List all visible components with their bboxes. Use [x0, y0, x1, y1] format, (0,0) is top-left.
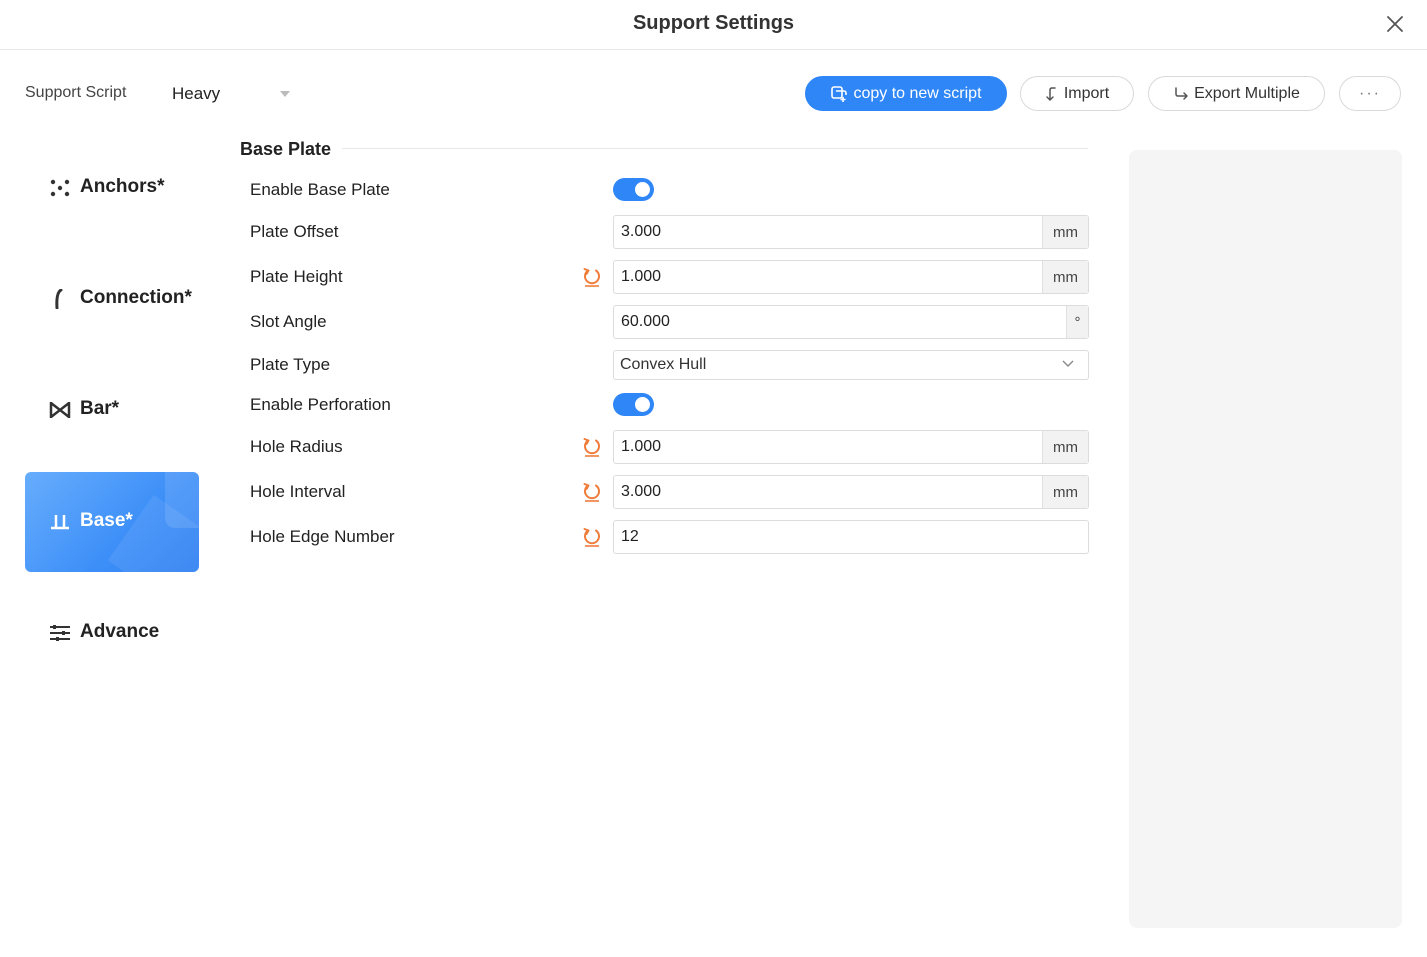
- enable-base-plate-label: Enable Base Plate: [250, 180, 390, 199]
- hole-interval-input[interactable]: [614, 476, 1044, 508]
- reset-icon[interactable]: [582, 482, 602, 502]
- title-bar: Support Settings: [0, 0, 1427, 50]
- plate-offset-label: Plate Offset: [250, 222, 339, 241]
- import-label: Import: [1063, 84, 1110, 102]
- toggle-knob: [635, 397, 650, 412]
- import-button[interactable]: Import: [1020, 76, 1134, 111]
- reset-icon[interactable]: [582, 267, 602, 287]
- plate-height-label: Plate Height: [250, 267, 343, 286]
- plate-height-field: mm: [613, 260, 1089, 294]
- slot-angle-field: °: [613, 305, 1089, 339]
- copy-add-icon: [831, 85, 848, 102]
- support-script-label: Support Script: [25, 84, 127, 101]
- support-script-select[interactable]: Heavy: [160, 76, 300, 112]
- bar-icon: [49, 402, 71, 418]
- plate-type-value: Convex Hull: [620, 356, 707, 373]
- nav-item-base[interactable]: Base*: [25, 472, 199, 572]
- nav-label-advance: Advance: [80, 621, 160, 642]
- preview-panel: [1129, 150, 1402, 928]
- nav-label-base: Base*: [80, 510, 133, 531]
- hole-radius-input[interactable]: [614, 431, 1044, 463]
- plate-height-unit: mm: [1042, 261, 1088, 293]
- nav-label-connection: Connection*: [80, 287, 192, 308]
- slot-angle-input[interactable]: [614, 306, 1068, 338]
- import-icon: [1046, 86, 1056, 101]
- enable-base-plate-toggle[interactable]: [613, 178, 654, 201]
- plate-type-select[interactable]: Convex Hull: [613, 350, 1089, 380]
- section-divider: [342, 148, 1088, 149]
- base-icon: [51, 515, 69, 530]
- more-icon: ···: [1359, 84, 1381, 102]
- nav-label-anchors: Anchors*: [80, 176, 165, 197]
- slot-angle-unit: °: [1066, 306, 1088, 338]
- export-multiple-label: Export Multiple: [1194, 84, 1300, 102]
- support-script-value: Heavy: [172, 84, 221, 103]
- hole-radius-field: mm: [613, 430, 1089, 464]
- nav-item-connection[interactable]: Connection*: [25, 249, 199, 349]
- toggle-knob: [635, 182, 650, 197]
- enable-perforation-toggle[interactable]: [613, 393, 654, 416]
- hole-radius-label: Hole Radius: [250, 437, 343, 456]
- hole-edge-number-label: Hole Edge Number: [250, 527, 395, 546]
- more-options-button[interactable]: ···: [1339, 76, 1401, 111]
- hole-edge-number-input[interactable]: [614, 521, 1088, 553]
- slot-angle-label: Slot Angle: [250, 312, 327, 331]
- reset-icon[interactable]: [582, 437, 602, 457]
- plate-type-label: Plate Type: [250, 355, 331, 374]
- plate-height-input[interactable]: [614, 261, 1044, 293]
- window-title: Support Settings: [632, 12, 795, 34]
- connection-icon: [55, 289, 63, 309]
- plate-offset-field: mm: [613, 215, 1089, 249]
- plate-offset-input[interactable]: [614, 216, 1044, 248]
- nav-item-advance[interactable]: Advance: [25, 583, 199, 683]
- export-multiple-button[interactable]: Export Multiple: [1148, 76, 1325, 111]
- hole-edge-number-field: [613, 520, 1089, 554]
- hole-interval-label: Hole Interval: [250, 482, 346, 501]
- close-icon[interactable]: [1384, 13, 1406, 35]
- hole-radius-unit: mm: [1042, 431, 1088, 463]
- export-icon: [1175, 86, 1188, 100]
- sliders-icon: [50, 625, 70, 641]
- reset-icon[interactable]: [582, 527, 602, 547]
- hole-interval-unit: mm: [1042, 476, 1088, 508]
- chevron-down-icon: [1062, 360, 1074, 367]
- copy-to-new-script-label: copy to new script: [853, 84, 982, 102]
- nav-label-bar: Bar*: [80, 398, 120, 419]
- plate-offset-unit: mm: [1042, 216, 1088, 248]
- nav-item-anchors[interactable]: Anchors*: [25, 138, 199, 238]
- copy-to-new-script-button[interactable]: copy to new script: [805, 76, 1007, 111]
- hole-interval-field: mm: [613, 475, 1089, 509]
- nav-item-bar[interactable]: Bar*: [25, 360, 199, 460]
- section-title: Base Plate: [240, 139, 332, 159]
- enable-perforation-label: Enable Perforation: [250, 395, 391, 414]
- anchors-icon: [50, 179, 70, 197]
- caret-down-icon: [280, 91, 290, 97]
